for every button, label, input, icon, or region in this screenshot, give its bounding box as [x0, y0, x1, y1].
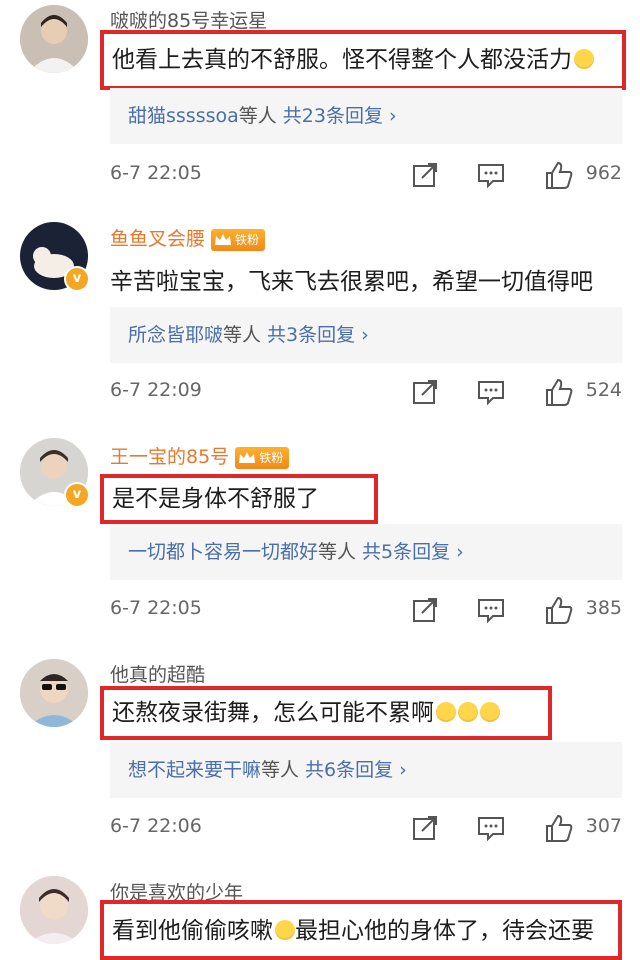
timestamp: 6-7 22:09: [110, 379, 202, 401]
comment-text: 看到他偷偷咳嗽 最担心他的身体了，待会还要: [100, 900, 622, 960]
like-count: 307: [585, 815, 622, 837]
verified-badge-icon: v: [64, 482, 90, 508]
avatar-photo: [20, 5, 88, 73]
emoji-icon: [275, 920, 295, 940]
timestamp: 6-7 22:05: [110, 597, 202, 619]
comment-icon[interactable]: [476, 160, 506, 190]
reply-count-link[interactable]: 共3条回复 ›: [267, 324, 369, 346]
reply-count-link[interactable]: 共6条回复 ›: [305, 759, 407, 781]
username[interactable]: 他真的超酷: [110, 660, 205, 687]
comment-text-content: 他看上去真的不舒服。怪不得整个人都没活力: [112, 47, 572, 73]
like-count: 385: [585, 597, 622, 619]
comment-text: 辛苦啦宝宝，飞来飞去很累吧，希望一切值得吧: [110, 269, 593, 295]
reply-users[interactable]: 甜猫sssssoa: [128, 105, 239, 127]
comment-text: 他看上去真的不舒服。怪不得整个人都没活力: [100, 30, 626, 90]
emoji-icon: [458, 702, 478, 722]
emoji-icon: [480, 702, 500, 722]
reply-suffix: 等人: [223, 324, 262, 346]
timestamp: 6-7 22:05: [110, 162, 202, 184]
like-count: 962: [585, 162, 622, 184]
comment-item: 啵啵的85号幸运星 他看上去真的不舒服。怪不得整个人都没活力 甜猫sssssoa…: [0, 0, 640, 218]
comment-item: v 王一宝的85号 铁粉 是不是身体不舒服了 一切都卜容易一切都好等人 共5条回复 …: [0, 438, 640, 656]
avatar[interactable]: [20, 5, 88, 73]
reply-users[interactable]: 想不起来要干嘛: [128, 759, 261, 781]
reply-users[interactable]: 一切都卜容易一切都好: [128, 541, 318, 563]
crown-icon: [215, 233, 232, 245]
share-icon[interactable]: [410, 377, 440, 407]
comment-text-part-b: 最担心他的身体了，待会还要: [295, 918, 594, 944]
share-icon[interactable]: [410, 813, 440, 843]
username[interactable]: 王一宝的85号 铁粉: [110, 442, 290, 469]
fan-badge: 铁粉: [211, 228, 266, 251]
emoji-icon: [436, 702, 456, 722]
comment-icon[interactable]: [476, 813, 506, 843]
thumbs-up-icon[interactable]: [544, 595, 574, 625]
share-icon[interactable]: [410, 160, 440, 190]
comment-meta: 6-7 22:09 524: [110, 377, 622, 407]
comment-meta: 6-7 22:05 962: [110, 160, 622, 190]
like-count: 524: [585, 379, 622, 401]
comment-item: 他真的超酷 还熬夜录街舞，怎么可能不累啊 想不起来要干嘛等人 共6条回复 › 6-…: [0, 656, 640, 874]
reply-summary[interactable]: 甜猫sssssoa等人 共23条回复 ›: [110, 88, 622, 144]
thumbs-up-icon[interactable]: [544, 160, 574, 190]
avatar[interactable]: [20, 876, 88, 944]
reply-suffix: 等人: [318, 541, 357, 563]
comment-meta: 6-7 22:06 307: [110, 813, 622, 843]
comment-text-content: 还熬夜录街舞，怎么可能不累啊: [112, 700, 434, 726]
reply-summary[interactable]: 所念皆耶啵等人 共3条回复 ›: [110, 307, 622, 363]
comment-item: 你是喜欢的少年 看到他偷偷咳嗽 最担心他的身体了，待会还要: [0, 874, 640, 960]
comment-text: 是不是身体不舒服了: [100, 474, 378, 524]
comment-icon[interactable]: [476, 377, 506, 407]
username[interactable]: 鱼鱼叉会腰 铁粉: [110, 224, 266, 251]
comment-meta: 6-7 22:05 385: [110, 595, 622, 625]
avatar-photo: [20, 876, 88, 944]
comment-text-part-a: 看到他偷偷咳嗽: [112, 918, 273, 944]
avatar-photo: [20, 659, 88, 727]
comment-text: 还熬夜录街舞，怎么可能不累啊: [100, 686, 552, 740]
comment-icon[interactable]: [476, 595, 506, 625]
reply-suffix: 等人: [261, 759, 300, 781]
reply-users[interactable]: 所念皆耶啵: [128, 324, 223, 346]
reply-suffix: 等人: [238, 105, 277, 127]
username-text[interactable]: 王一宝的85号: [110, 446, 229, 468]
reply-summary[interactable]: 一切都卜容易一切都好等人 共5条回复 ›: [110, 524, 622, 580]
avatar[interactable]: [20, 659, 88, 727]
crown-icon: [239, 451, 256, 463]
reply-count-link[interactable]: 共5条回复 ›: [362, 541, 464, 563]
reply-summary[interactable]: 想不起来要干嘛等人 共6条回复 ›: [110, 742, 622, 798]
fan-badge: 铁粉: [235, 446, 290, 469]
username-text[interactable]: 鱼鱼叉会腰: [110, 228, 205, 250]
timestamp: 6-7 22:06: [110, 815, 202, 837]
fan-badge-label: 铁粉: [259, 450, 284, 465]
username[interactable]: 啵啵的85号幸运星: [110, 6, 267, 33]
verified-badge-icon: v: [64, 266, 90, 292]
fan-badge-label: 铁粉: [235, 232, 260, 247]
share-icon[interactable]: [410, 595, 440, 625]
comment-item: v 鱼鱼叉会腰 铁粉 辛苦啦宝宝，飞来飞去很累吧，希望一切值得吧 所念皆耶啵等人共…: [0, 218, 640, 438]
comment-text-content: 是不是身体不舒服了: [112, 486, 319, 512]
thumbs-up-icon[interactable]: [544, 813, 574, 843]
emoji-icon: [574, 49, 594, 69]
thumbs-up-icon[interactable]: [544, 377, 574, 407]
reply-count-link[interactable]: 共23条回复 ›: [283, 105, 397, 127]
